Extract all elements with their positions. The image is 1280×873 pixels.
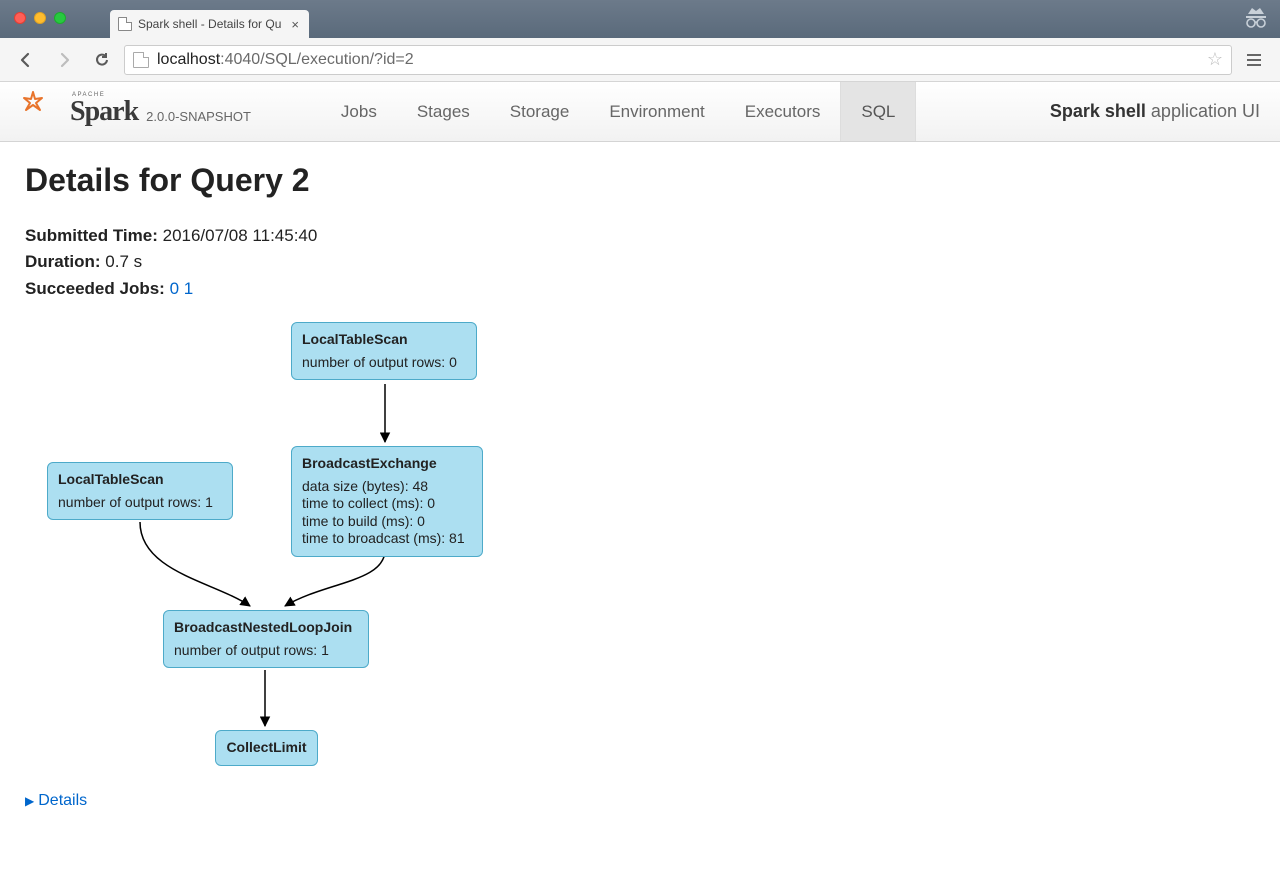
dag-node-broadcastnestedloopjoin[interactable]: BroadcastNestedLoopJoin number of output… <box>163 610 369 668</box>
logo-text: Spark <box>54 96 138 128</box>
page-content: Details for Query 2 Submitted Time: 2016… <box>0 142 1280 830</box>
browser-toolbar: localhost:4040/SQL/execution/?id=2 ☆ <box>0 38 1280 82</box>
window-titlebar: Spark shell - Details for Qu × <box>0 0 1280 38</box>
tab-storage[interactable]: Storage <box>490 82 590 141</box>
query-dag: LocalTableScan number of output rows: 0 … <box>25 322 1255 782</box>
window-controls <box>0 0 76 24</box>
spark-logo[interactable]: Spark 2.0.0-SNAPSHOT <box>20 96 251 128</box>
job-link-1[interactable]: 1 <box>184 279 193 298</box>
job-link-0[interactable]: 0 <box>170 279 179 298</box>
incognito-icon <box>1242 6 1270 31</box>
duration: 0.7 s <box>105 252 142 271</box>
page-title: Details for Query 2 <box>25 162 1255 199</box>
dag-node-collectlimit[interactable]: CollectLimit <box>215 730 318 766</box>
page-icon <box>133 52 149 68</box>
tab-environment[interactable]: Environment <box>589 82 724 141</box>
tab-executors[interactable]: Executors <box>725 82 841 141</box>
tab-title: Spark shell - Details for Qu <box>138 17 281 31</box>
browser-tab[interactable]: Spark shell - Details for Qu × <box>110 10 309 38</box>
tab-stages[interactable]: Stages <box>397 82 490 141</box>
bookmark-star-icon[interactable]: ☆ <box>1207 49 1223 70</box>
spark-navbar: Spark 2.0.0-SNAPSHOT Jobs Stages Storage… <box>0 82 1280 142</box>
dag-node-localtablescan-0[interactable]: LocalTableScan number of output rows: 0 <box>291 322 477 380</box>
close-tab-icon[interactable]: × <box>291 17 299 32</box>
url-text: localhost:4040/SQL/execution/?id=2 <box>157 51 414 69</box>
submitted-time: 2016/07/08 11:45:40 <box>163 226 318 245</box>
version-label: 2.0.0-SNAPSHOT <box>146 109 251 128</box>
maximize-window-button[interactable] <box>54 12 66 24</box>
minimize-window-button[interactable] <box>34 12 46 24</box>
reload-button[interactable] <box>86 45 118 75</box>
dag-node-broadcastexchange[interactable]: BroadcastExchange data size (bytes): 48 … <box>291 446 483 557</box>
details-toggle[interactable]: ▶ Details <box>25 792 1255 810</box>
chevron-right-icon: ▶ <box>25 794 34 808</box>
tab-sql[interactable]: SQL <box>840 82 916 141</box>
forward-button[interactable] <box>48 45 80 75</box>
nav-tabs: Jobs Stages Storage Environment Executor… <box>321 82 916 141</box>
menu-button[interactable] <box>1238 45 1270 75</box>
page-icon <box>118 17 132 31</box>
address-bar[interactable]: localhost:4040/SQL/execution/?id=2 ☆ <box>124 45 1232 75</box>
dag-node-localtablescan-1[interactable]: LocalTableScan number of output rows: 1 <box>47 462 233 520</box>
tab-jobs[interactable]: Jobs <box>321 82 397 141</box>
app-title: Spark shell application UI <box>1050 101 1260 122</box>
close-window-button[interactable] <box>14 12 26 24</box>
back-button[interactable] <box>10 45 42 75</box>
query-meta: Submitted Time: 2016/07/08 11:45:40 Dura… <box>25 223 1255 302</box>
